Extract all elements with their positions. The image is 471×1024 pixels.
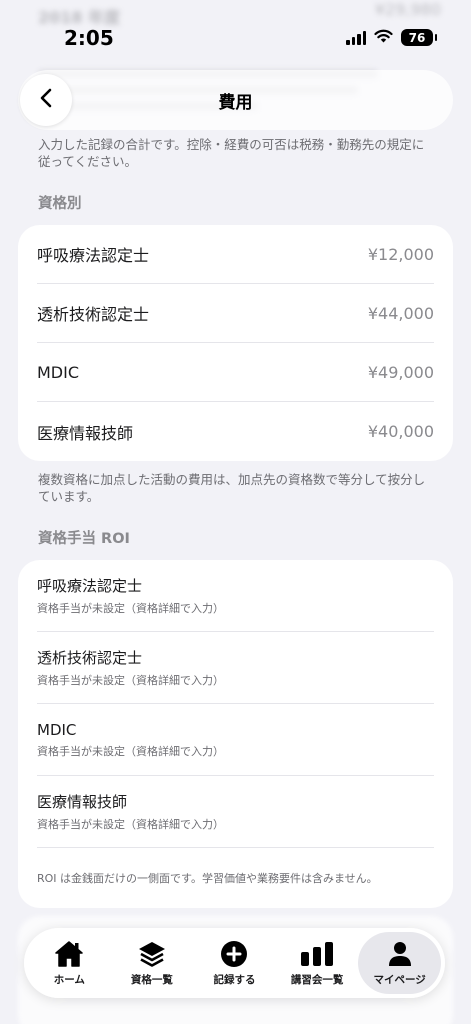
house-icon [54, 939, 84, 969]
expense-row: 医療情報技師 ¥40,000 [37, 402, 434, 461]
page-title: 費用 [218, 93, 253, 113]
qualification-name: 透析技術認定士 [37, 305, 150, 324]
allowance-status: 資格手当が未設定（資格詳細で入力） [37, 602, 224, 615]
tab-label: マイページ [373, 974, 426, 986]
tab-label: 講習会一覧 [290, 974, 344, 986]
tab-label: ホーム [53, 974, 85, 986]
wifi-icon [374, 28, 393, 47]
qualification-name: 呼吸療法認定士 [37, 577, 143, 595]
intro-note: 入力した記録の合計です。控除・経費の可否は税務・勤務先の規定に従ってください。 [38, 137, 425, 169]
allowance-status: 資格手当が未設定（資格詳細で入力） [37, 744, 224, 758]
cellular-signal-icon [346, 30, 366, 45]
qualification-name: 呼吸療法認定士 [37, 246, 150, 265]
roi-row[interactable]: 医療情報技師 資格手当が未設定（資格詳細で入力） [37, 776, 434, 848]
tab-qualifications[interactable]: 資格一覧 [111, 932, 194, 994]
allowance-status: 資格手当が未設定（資格詳細で入力） [37, 818, 224, 831]
main-content[interactable]: 入力した記録の合計です。控除・経費の可否は税務・勤務先の規定に従ってください。 … [0, 136, 471, 908]
expense-amount: ¥44,000 [367, 303, 434, 323]
tab-record[interactable]: 記録する [193, 932, 276, 994]
qualification-name: MDIC [37, 362, 80, 382]
expense-row: MDIC ¥49,000 [37, 343, 434, 402]
tab-label: 資格一覧 [130, 974, 173, 986]
tab-home[interactable]: ホーム [28, 932, 111, 994]
expense-amount: ¥49,000 [367, 362, 434, 382]
expense-amount: ¥12,000 [367, 244, 434, 264]
status-time: 2:05 [64, 26, 114, 50]
qualification-name: 透析技術認定士 [37, 649, 143, 667]
roi-row[interactable]: 透析技術認定士 資格手当が未設定（資格詳細で入力） [37, 632, 434, 704]
allocation-note: 複数資格に加点した活動の費用は、加点先の資格数で等分して按分しています。 [38, 472, 426, 504]
expense-row: 透析技術認定士 ¥44,000 [37, 284, 434, 343]
tab-bar: ホーム 資格一覧 記録する 講習会一覧 マイページ [24, 928, 445, 998]
person-icon [387, 939, 413, 969]
bar-chart-icon [300, 939, 334, 969]
qualification-name: 医療情報技師 [37, 793, 128, 811]
tab-mypage[interactable]: マイページ [358, 932, 441, 994]
tab-seminars[interactable]: 講習会一覧 [276, 932, 359, 994]
expense-row: 呼吸療法認定士 ¥12,000 [37, 225, 434, 284]
roi-card: 呼吸療法認定士 資格手当が未設定（資格詳細で入力） 透析技術認定士 資格手当が未… [18, 560, 453, 908]
roi-row[interactable]: 呼吸療法認定士 資格手当が未設定（資格詳細で入力） [37, 560, 434, 632]
expense-amount: ¥40,000 [367, 422, 434, 441]
section-header-by-qualification: 資格別 [38, 196, 82, 212]
status-bar: 2:05 76 [0, 0, 471, 70]
qualification-name: 医療情報技師 [37, 423, 134, 443]
navigation-header: 費用 [18, 70, 453, 130]
layers-icon [137, 939, 167, 969]
battery-icon: 76 [401, 29, 437, 46]
expense-by-qualification-card: 呼吸療法認定士 ¥12,000 透析技術認定士 ¥44,000 MDIC ¥49… [18, 225, 453, 461]
roi-footer-note: ROI は金銭面だけの一側面です。学習価値や業務要件は含みません。 [37, 872, 378, 885]
allowance-status: 資格手当が未設定（資格詳細で入力） [37, 674, 224, 687]
section-header-roi: 資格手当 ROI [38, 531, 130, 547]
status-icons: 76 [346, 28, 437, 47]
roi-row[interactable]: MDIC 資格手当が未設定（資格詳細で入力） [37, 704, 434, 776]
tab-label: 記録する [213, 974, 256, 986]
plus-circle-icon [220, 939, 248, 969]
qualification-name: MDIC [37, 720, 77, 739]
